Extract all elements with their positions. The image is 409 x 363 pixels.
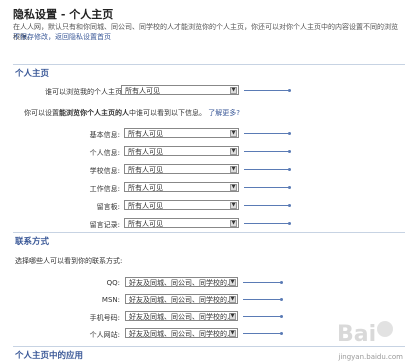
learn-more-link[interactable]: 了解更多? (208, 109, 240, 117)
chevron-down-icon: ▼ (230, 87, 237, 94)
profile-field-label: 留言记录: (89, 221, 120, 229)
profile-field-label: 基本信息: (89, 131, 120, 139)
contact-field-select[interactable]: 好友及同城、同公司、同学校的人 ▼ (125, 328, 238, 338)
section-contact: 联系方式 (13, 232, 405, 247)
chevron-down-icon: ▼ (229, 279, 236, 286)
connector-dot (288, 168, 291, 171)
profile-field-label: 留言板: (96, 203, 120, 211)
chevron-down-icon: ▼ (230, 220, 237, 227)
connector-line (244, 187, 289, 188)
connector-line (244, 205, 289, 206)
connector-dot (288, 89, 291, 92)
chevron-down-icon: ▼ (229, 313, 236, 320)
connector-line (243, 299, 281, 300)
profile-field-select[interactable]: 所有人可见 ▼ (124, 200, 239, 210)
return-link[interactable]: 返回隐私设置首页 (55, 33, 111, 41)
contact-intro: 选择哪些人可以看到你的联系方式: (15, 257, 123, 265)
contact-field-label: 个人网站: (89, 331, 120, 339)
connector-dot (288, 150, 291, 153)
connector-line (244, 169, 289, 170)
connector-line (244, 223, 289, 224)
unsaved-link[interactable]: 不保存修改 (13, 33, 48, 41)
profile-field-label: 工作信息: (89, 185, 120, 193)
contact-field-select[interactable]: 好友及同城、同公司、同学校的人 ▼ (125, 311, 238, 321)
contact-field-select[interactable]: 好友及同城、同公司、同学校的人 ▼ (125, 277, 238, 287)
page-title: 隐私设置 - 个人主页 (13, 8, 114, 21)
contact-field-label: MSN: (101, 296, 120, 304)
connector-dot (288, 186, 291, 189)
connector-dot (280, 332, 283, 335)
chevron-down-icon: ▼ (229, 330, 236, 337)
chevron-down-icon: ▼ (230, 202, 237, 209)
who-can-view-select[interactable]: 所有人可见 ▼ (121, 85, 239, 95)
profile-field-select[interactable]: 所有人可见 ▼ (124, 164, 239, 174)
connector-line (244, 133, 289, 134)
connector-dot (288, 204, 291, 207)
profile-field-select[interactable]: 所有人可见 ▼ (124, 218, 239, 228)
profile-field-select[interactable]: 所有人可见 ▼ (124, 128, 239, 138)
watermark-text: jingyan.baidu.com (338, 353, 403, 361)
profile-field-select[interactable]: 所有人可见 ▼ (124, 146, 239, 156)
connector-line (243, 316, 281, 317)
profile-field-select[interactable]: 所有人可见 ▼ (124, 182, 239, 192)
chevron-down-icon: ▼ (230, 184, 237, 191)
connector-line (243, 282, 281, 283)
baidu-watermark-logo: Bai (337, 321, 393, 347)
contact-field-label: 手机号码: (89, 314, 120, 322)
connector-dot (288, 222, 291, 225)
chevron-down-icon: ▼ (230, 130, 237, 137)
contact-field-select[interactable]: 好友及同城、同公司、同学校的人 ▼ (125, 294, 238, 304)
connector-dot (288, 132, 291, 135)
connector-line (244, 90, 289, 91)
chevron-down-icon: ▼ (230, 166, 237, 173)
connector-line (243, 333, 281, 334)
profile-field-label: 个人信息: (89, 149, 120, 157)
chevron-down-icon: ▼ (230, 148, 237, 155)
profile-field-label: 学校信息: (89, 167, 120, 175)
connector-dot (280, 315, 283, 318)
section-profile: 个人主页 (13, 64, 405, 79)
contact-field-label: QQ: (106, 279, 120, 287)
who-can-view-label: 谁可以浏览我的个人主页: (45, 88, 125, 96)
svg-text:Bai: Bai (337, 322, 376, 347)
profile-note: 你可以设置能浏览你个人主页的人中谁可以看到以下信息。 了解更多? (24, 109, 240, 117)
connector-dot (280, 298, 283, 301)
connector-line (244, 151, 289, 152)
chevron-down-icon: ▼ (229, 296, 236, 303)
section-title: 联系方式 (15, 237, 50, 247)
connector-dot (280, 281, 283, 284)
header-links: 不保存修改，返回隐私设置首页 (13, 33, 111, 41)
section-title: 个人主页 (15, 69, 50, 79)
section-title: 个人主页中的应用 (15, 351, 84, 361)
